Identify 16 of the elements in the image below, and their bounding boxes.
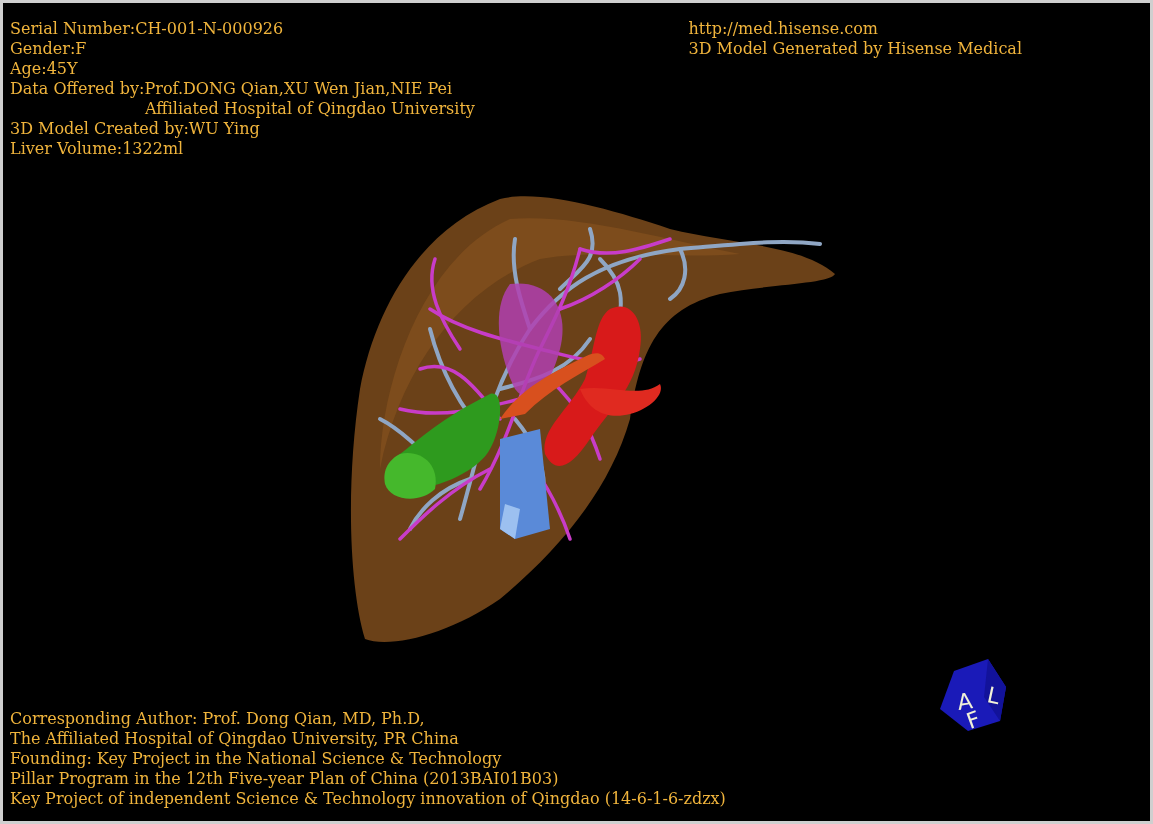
info-text: Serial Number:CH-001-N-000926 — [10, 19, 285, 39]
info-text: Gender:F — [10, 39, 88, 59]
info-text: 3D Model Created by:WU Ying — [10, 119, 261, 139]
info-text: Affiliated Hospital of Qingdao University — [144, 99, 475, 119]
credit-text: Pillar Program in the 12th Five-year Plan of China (2013BAI01B03) — [10, 769, 560, 789]
credit-text: Corresponding Author: Prof. Dong Qian, MD, Ph.D, — [10, 709, 426, 729]
credit-text: Founding: Key Project in the National Science & Technology — [10, 749, 503, 769]
site-text: 3D Model Generated by Hisense Medical — [688, 39, 1022, 59]
site-text: http://med.hisense.com — [688, 19, 879, 39]
credit-text: Key Project of independent Science & Technology innovation of Qingdao (14-6-1-6-zdzx) — [10, 789, 726, 809]
orientation-cube[interactable]: A L F — [938, 659, 1008, 731]
info-text: Liver Volume:1322ml — [10, 139, 185, 159]
info-text: Data Offered by:Prof.DONG Qian,XU Wen Jian,NIE Pei — [10, 79, 454, 99]
credit-text: The Affiliated Hospital of Qingdao University, PR China — [10, 729, 460, 749]
cube-face-label: L — [984, 682, 1003, 710]
info-text: Age:45Y — [10, 59, 79, 79]
